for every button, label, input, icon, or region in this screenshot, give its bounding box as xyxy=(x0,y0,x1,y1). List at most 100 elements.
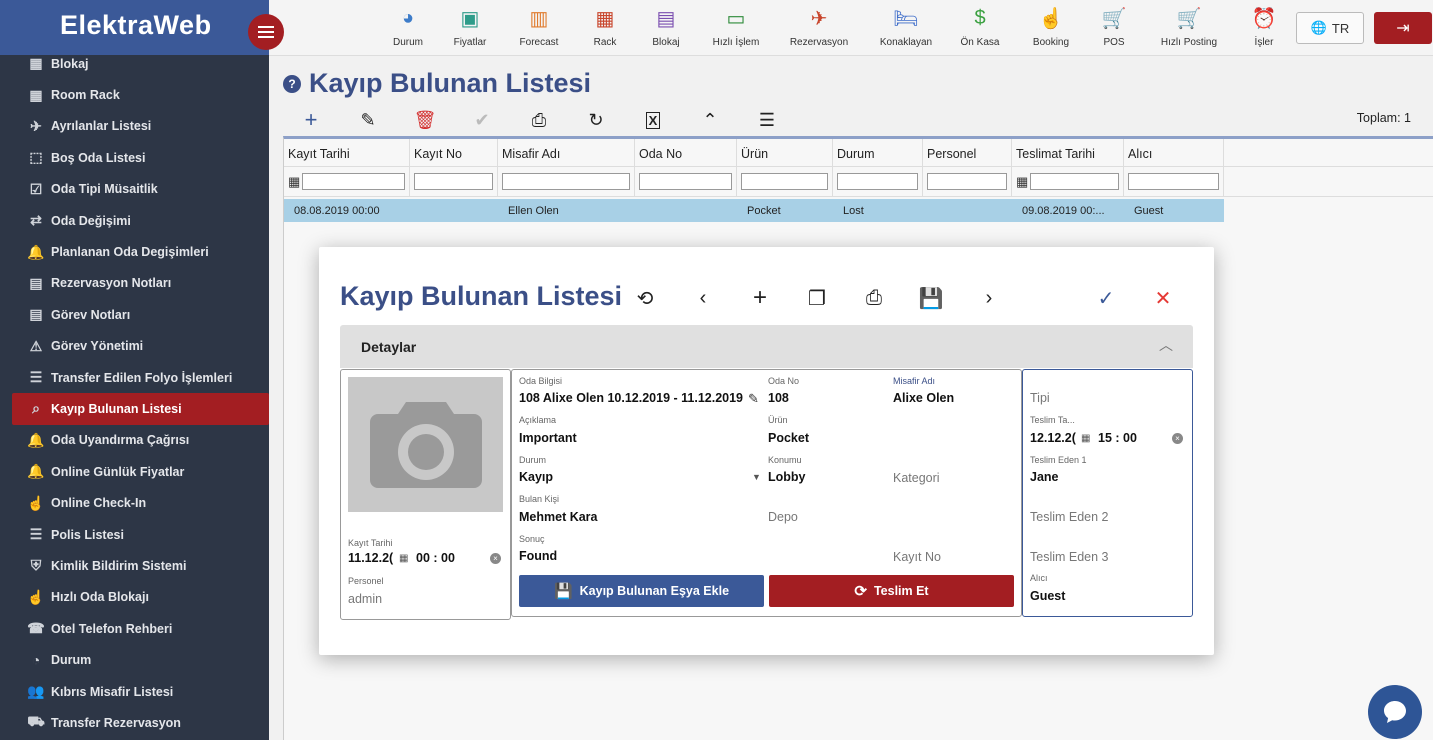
top-nav-item[interactable]: $ Ön Kasa xyxy=(950,5,1010,49)
filter-input[interactable] xyxy=(414,173,493,190)
new-button[interactable]: + xyxy=(747,284,773,311)
sidebar-item[interactable]: ▤ Rezervasyon Notları xyxy=(0,268,269,299)
sidebar-item[interactable]: ⛨ Kimlik Bildirim Sistemi xyxy=(0,550,269,581)
sidebar-item[interactable]: ⛟ Transfer Rezervasyon xyxy=(0,707,269,738)
alici-field[interactable]: Guest xyxy=(1030,589,1065,603)
calendar-icon[interactable]: ▦ xyxy=(288,174,300,190)
previous-button[interactable]: ‹ xyxy=(690,285,716,311)
help-icon[interactable]: ? xyxy=(283,74,301,93)
save-button[interactable]: 💾 xyxy=(918,285,944,311)
oda-bilgisi-field[interactable]: 108 Alixe Olen 10.12.2019 - 11.12.2019 xyxy=(519,391,743,405)
edit-button[interactable]: ✎ xyxy=(356,108,380,132)
filter-input[interactable] xyxy=(639,173,732,190)
refresh-button[interactable]: ↻ xyxy=(584,108,608,132)
kayit-no-field[interactable]: Kayıt No xyxy=(893,550,941,564)
photo-upload[interactable] xyxy=(348,377,503,512)
top-nav-item[interactable]: ▥ Forecast xyxy=(509,5,569,49)
sidebar-item[interactable]: ☝ Hızlı Oda Blokajı xyxy=(0,582,269,613)
tipi-field[interactable]: Tipi xyxy=(1030,391,1050,405)
kategori-field[interactable]: Kategori xyxy=(893,471,940,485)
menu-toggle-button[interactable] xyxy=(248,14,284,50)
sidebar-item[interactable]: ☎ Otel Telefon Rehberi xyxy=(0,613,269,644)
top-nav-item[interactable]: ▦ Rack xyxy=(575,5,635,49)
calendar-icon[interactable]: ▦ xyxy=(399,553,408,564)
filter-input[interactable] xyxy=(837,173,918,190)
sidebar-item[interactable]: ⬚ Boş Oda Listesi xyxy=(0,142,269,173)
language-button[interactable]: 🌐 TR xyxy=(1296,12,1364,44)
sidebar-item[interactable]: ⇄ Oda Değişimi xyxy=(0,205,269,236)
column-header[interactable]: Oda No xyxy=(635,139,737,166)
sidebar-item[interactable]: 🔔 Online Günlük Fiyatlar xyxy=(0,456,269,487)
column-header[interactable]: Alıcı xyxy=(1124,139,1224,166)
confirm-button[interactable]: ✓ xyxy=(1093,285,1119,311)
approve-button[interactable]: ✔ xyxy=(470,108,494,132)
close-button[interactable]: ✕ xyxy=(1150,285,1176,311)
clear-date-icon[interactable]: × xyxy=(490,553,501,564)
teslim-eden-2-field[interactable]: Teslim Eden 2 xyxy=(1030,510,1109,524)
add-button[interactable]: + xyxy=(299,107,323,132)
sidebar-item[interactable]: ☰ Transfer Edilen Folyo İşlemleri xyxy=(0,362,269,393)
teslim-tarihi-time[interactable]: 15 : 00 xyxy=(1098,431,1137,445)
column-header[interactable]: Ürün xyxy=(737,139,833,166)
filter-input[interactable] xyxy=(1030,173,1119,190)
chat-button[interactable] xyxy=(1368,685,1422,739)
details-panel-header[interactable]: Detaylar ︿ xyxy=(340,325,1193,368)
bulan-kisi-field[interactable]: Mehmet Kara xyxy=(519,510,598,524)
sidebar-item[interactable]: ☰ Polis Listesi xyxy=(0,519,269,550)
calendar-icon[interactable]: ▦ xyxy=(1081,433,1090,444)
sidebar-item[interactable]: ☝ Online Check-In xyxy=(0,487,269,518)
sidebar-item[interactable]: ▤ Görev Notları xyxy=(0,299,269,330)
excel-export-button[interactable]: X xyxy=(641,108,665,132)
column-header[interactable]: Teslimat Tarihi xyxy=(1012,139,1124,166)
top-nav-item[interactable]: ▣ Fiyatlar xyxy=(440,5,500,49)
depo-field[interactable]: Depo xyxy=(768,510,798,524)
logout-button[interactable]: ⇥ xyxy=(1374,12,1432,44)
column-header[interactable]: Misafir Adı xyxy=(498,139,635,166)
top-nav-item[interactable]: ☝ Booking xyxy=(1021,5,1081,49)
konumu-field[interactable]: Lobby xyxy=(768,470,806,484)
filter-input[interactable] xyxy=(502,173,630,190)
sonuc-field[interactable]: Found xyxy=(519,549,557,563)
history-button[interactable]: ⟲ xyxy=(632,285,658,311)
teslim-eden-3-field[interactable]: Teslim Eden 3 xyxy=(1030,550,1109,564)
dropdown-arrow-icon[interactable]: ▼ xyxy=(752,472,761,482)
column-header[interactable]: Kayıt No xyxy=(410,139,498,166)
sidebar-item[interactable]: 👥 Kıbrıs Misafir Listesi xyxy=(0,676,269,707)
copy-button[interactable]: ❐ xyxy=(804,285,830,311)
top-nav-item[interactable]: 🛒 Hızlı Posting xyxy=(1159,5,1219,49)
top-nav-item[interactable]: ✈ Rezervasyon xyxy=(789,5,849,49)
calendar-icon[interactable]: ▦ xyxy=(1016,174,1028,190)
aciklama-field[interactable]: Important xyxy=(519,431,577,445)
top-nav-item[interactable]: ▭ Hızlı İşlem xyxy=(706,5,766,49)
sidebar-item[interactable]: ✈ Ayrılanlar Listesi xyxy=(0,111,269,142)
filter-input[interactable] xyxy=(741,173,828,190)
sidebar-item[interactable]: ▦ Room Rack xyxy=(0,79,269,110)
modal-print-button[interactable]: ⎙ xyxy=(861,285,887,311)
sidebar-item[interactable]: 🔔 Planlanan Oda Degişimleri xyxy=(0,236,269,267)
print-button[interactable]: ⎙ xyxy=(527,108,551,132)
filter-input[interactable] xyxy=(1128,173,1219,190)
column-header[interactable]: Durum xyxy=(833,139,923,166)
top-nav-item[interactable]: 🛏 Konaklayan xyxy=(876,5,936,49)
table-row[interactable]: 08.08.2019 00:00 Ellen Olen Pocket Lost 09.0… xyxy=(284,199,1224,222)
column-header[interactable]: Kayıt Tarihi xyxy=(284,139,410,166)
column-header[interactable]: Personel xyxy=(923,139,1012,166)
menu-button[interactable]: ☰ xyxy=(755,108,779,132)
sidebar-item[interactable]: ☑ Oda Tipi Müsaitlik xyxy=(0,174,269,205)
add-lost-item-button[interactable]: 💾 Kayıp Bulunan Eşya Ekle xyxy=(519,575,764,607)
durum-select[interactable]: Kayıp xyxy=(519,470,553,484)
oda-no-field[interactable]: 108 xyxy=(768,391,789,405)
filter-input[interactable] xyxy=(302,173,405,190)
top-nav-item[interactable]: ⏰ İşler xyxy=(1234,5,1294,49)
next-button[interactable]: › xyxy=(976,285,1002,311)
sidebar-item[interactable]: ⚠ Görev Yönetimi xyxy=(0,331,269,362)
sidebar-item[interactable]: ◔ Durum xyxy=(0,644,269,675)
teslim-tarihi-date[interactable]: 12.12.2( xyxy=(1030,431,1076,445)
personel-field[interactable]: admin xyxy=(348,592,382,606)
kayit-tarihi-time[interactable]: 00 : 00 xyxy=(416,551,455,565)
teslim-eden-1-field[interactable]: Jane xyxy=(1030,470,1059,484)
delete-button[interactable]: 🗑 xyxy=(413,108,437,132)
top-nav-item[interactable]: ▤ Blokaj xyxy=(636,5,696,49)
sidebar-item[interactable]: 🔔 Oda Uyandırma Çağrısı xyxy=(0,425,269,456)
filter-input[interactable] xyxy=(927,173,1007,190)
